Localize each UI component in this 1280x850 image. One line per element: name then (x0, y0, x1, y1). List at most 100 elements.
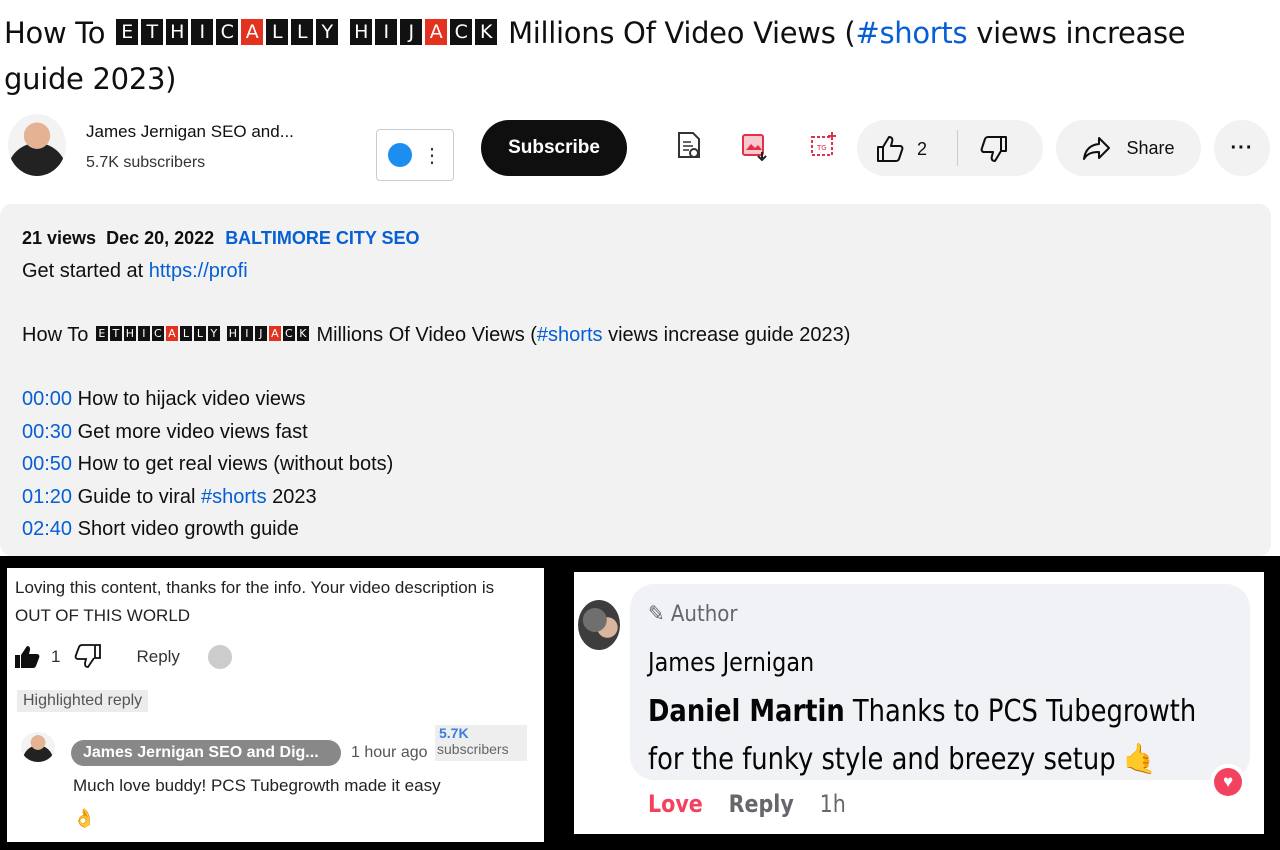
author-badge-label: Author (670, 602, 738, 627)
call-me-hand-emoji: 🤙 (1123, 742, 1156, 777)
letter-gap (341, 19, 347, 45)
description-title-line: How To ETHICALLYHIJACK Millions Of Video… (22, 324, 850, 347)
styled-letter-box: L (179, 326, 192, 342)
chapter-timestamp-link[interactable]: 02:40 (22, 518, 72, 540)
subscribe-button[interactable]: Subscribe (481, 120, 627, 176)
chapter-timestamp-link[interactable]: 00:50 (22, 453, 72, 475)
love-button[interactable]: Love (648, 790, 703, 818)
channel-name[interactable]: James Jernigan SEO and... (86, 122, 294, 142)
fb-comment-time[interactable]: 1h (820, 790, 846, 818)
styled-letter-box: K (475, 19, 498, 45)
image-download-icon[interactable] (740, 130, 770, 164)
youtube-comment-panel: Loving this content, thanks for the info… (7, 568, 544, 842)
comment-like-count: 1 (51, 647, 61, 666)
more-actions-button[interactable]: ··· (1214, 120, 1270, 176)
chapter-title: Guide to viral (77, 485, 202, 508)
chapter-item: 00:30 Get more video views fast (22, 421, 308, 444)
like-divider (957, 130, 958, 166)
chapter-title: How to hijack video views (77, 388, 306, 410)
author-badge: ✎ Author (648, 602, 738, 627)
fb-comment-bubble: ✎ Author James Jernigan Daniel Martin Th… (630, 584, 1250, 780)
reply-author-avatar[interactable] (21, 732, 55, 762)
view-count: 21 views (22, 228, 97, 248)
thumbs-down-icon[interactable] (74, 644, 102, 670)
chapter-timestamp-link[interactable]: 01:20 (22, 486, 72, 508)
chapter-timestamp-link[interactable]: 00:00 (22, 388, 72, 410)
desc-hashtag-link[interactable]: #shorts (537, 324, 603, 346)
extension-button[interactable]: ⋮ (376, 129, 454, 181)
started-link[interactable]: https://profi (149, 260, 248, 282)
chapter-hashtag-link[interactable]: #shorts (201, 486, 267, 508)
fb-comment-actions: Love Reply 1h (648, 790, 846, 818)
fb-mention[interactable]: Daniel Martin (648, 694, 845, 729)
chapter-title: Short video growth guide (77, 518, 299, 540)
extension-icon (388, 143, 412, 167)
channel-avatar[interactable] (8, 114, 66, 176)
reply-author-name[interactable]: James Jernigan SEO and Dig... (71, 740, 341, 766)
chapter-title: Get more video views fast (77, 420, 308, 443)
styled-letter-box: I (137, 326, 150, 342)
chapter-title-suffix: 2023 (266, 485, 317, 508)
thumbs-up-filled-icon[interactable] (13, 644, 41, 670)
share-arrow-icon (1083, 137, 1111, 160)
styled-letter-box: C (450, 19, 473, 45)
reply-timestamp[interactable]: 1 hour ago (351, 744, 428, 762)
desc-title-suffix: Millions Of Video Views ( (316, 324, 537, 346)
extension-icon[interactable] (207, 645, 232, 669)
chapter-title: How to get real views (without bots) (77, 453, 394, 475)
fb-commenter-avatar[interactable] (578, 600, 620, 650)
share-button[interactable]: Share (1056, 120, 1201, 176)
started-prefix: Get started at (22, 260, 149, 282)
description-meta: 21 views Dec 20, 2022 BALTIMORE CITY SEO (22, 228, 420, 249)
thumbnail-grab-icon[interactable]: TG (808, 130, 838, 164)
share-label: Share (1126, 137, 1175, 158)
styled-letter-box: L (193, 326, 206, 342)
reply-button[interactable]: Reply (136, 647, 179, 667)
dislike-button[interactable] (979, 134, 1009, 169)
styled-letter-box: I (375, 19, 398, 45)
styled-letter-box: A (268, 326, 281, 342)
document-search-icon[interactable] (674, 130, 704, 164)
chapter-timestamp-link[interactable]: 00:30 (22, 421, 72, 443)
like-count: 2 (917, 138, 928, 159)
styled-letter-box: L (291, 19, 314, 45)
reply-subscriber-label: subscribers (437, 741, 509, 757)
love-reaction-icon[interactable]: ♥ (1210, 764, 1246, 800)
styled-letter-box: C (282, 326, 295, 342)
styled-letter-box: T (109, 326, 122, 342)
location-tag-link[interactable]: BALTIMORE CITY SEO (225, 228, 419, 248)
chapter-item: 02:40 Short video growth guide (22, 518, 299, 541)
pencil-icon: ✎ (648, 602, 665, 627)
description-started-line: Get started at https://profi (22, 260, 248, 283)
description-box[interactable]: 21 views Dec 20, 2022 BALTIMORE CITY SEO… (0, 204, 1271, 556)
styled-letter-box: Y (207, 326, 220, 342)
like-button[interactable]: 2 (875, 134, 927, 164)
fb-comment-author[interactable]: James Jernigan (648, 648, 814, 678)
chapter-item: 01:20 Guide to viral #shorts 2023 (22, 486, 317, 509)
thumbs-up-icon (877, 136, 904, 162)
title-prefix: How To (4, 16, 106, 50)
styled-letter-box: A (165, 326, 178, 342)
svg-text:TG: TG (816, 144, 827, 152)
styled-letter-box: H (166, 19, 189, 45)
styled-letter-box: C (216, 19, 239, 45)
fb-reply-button[interactable]: Reply (729, 790, 794, 818)
styled-letter-box: K (296, 326, 309, 342)
chapter-item: 00:00 How to hijack video views (22, 388, 306, 411)
title-hashtag-link[interactable]: #shorts (855, 16, 967, 50)
title-styled-text: ETHICALLYHIJACK (116, 19, 498, 45)
fb-comment-text: Daniel Martin Thanks to PCS Tubegrowth f… (648, 688, 1233, 784)
styled-letter-box: J (400, 19, 423, 45)
channel-subscriber-count: 5.7K subscribers (86, 154, 206, 171)
styled-letter-box: H (226, 326, 239, 342)
styled-letter-box: A (241, 19, 264, 45)
styled-letter-box: I (240, 326, 253, 342)
comment-actions: 1 Reply (13, 644, 232, 670)
letter-gap (222, 326, 225, 341)
desc-title-styled-text: ETHICALLYHIJACK (95, 326, 309, 342)
styled-letter-box: H (123, 326, 136, 342)
styled-letter-box: C (151, 326, 164, 342)
highlighted-reply-badge: Highlighted reply (17, 690, 149, 712)
vertical-dots-icon: ⋮ (422, 144, 442, 167)
styled-letter-box: H (350, 19, 373, 45)
